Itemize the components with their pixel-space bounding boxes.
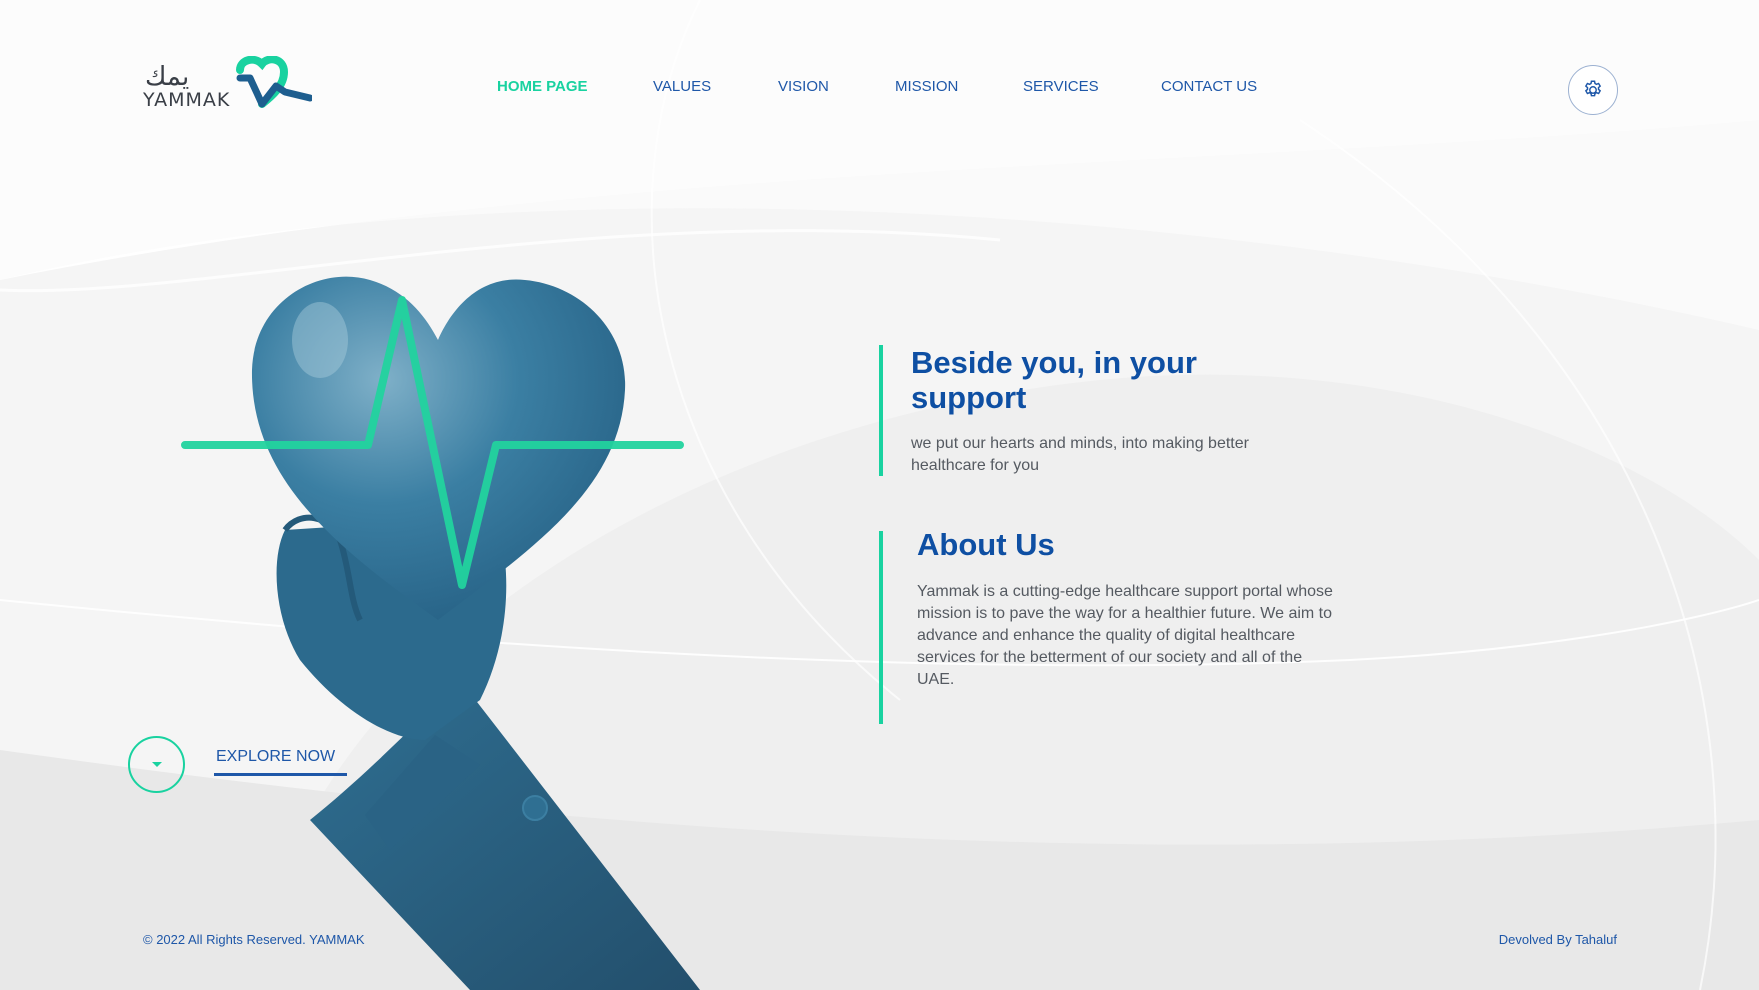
chevron-down-icon [151, 761, 162, 767]
nav-services[interactable]: SERVICES [1023, 78, 1099, 95]
about-text: Yammak is a cutting-edge healthcare supp… [917, 583, 1333, 688]
nav-mission[interactable]: MISSION [895, 78, 958, 95]
explore-underline [214, 773, 347, 776]
nav-home-page[interactable]: HOME PAGE [497, 78, 588, 95]
hero-title: Beside you, in your support [911, 345, 1197, 415]
hero-subtitle: we put our hearts and minds, into making… [911, 435, 1249, 474]
copyright-text: © 2022 All Rights Reserved. YAMMAK [143, 932, 365, 947]
gear-icon [1584, 80, 1602, 97]
about-title: About Us [917, 527, 1055, 562]
logo-wordmark: YAMMAK [143, 89, 231, 111]
logo-arabic: يمك [145, 62, 189, 92]
yammak-logo[interactable]: يمك YAMMAK [142, 56, 312, 114]
hero-accent-line [879, 345, 883, 476]
settings-button[interactable] [1568, 65, 1618, 115]
nav-vision[interactable]: VISION [778, 78, 829, 95]
hand-holding-heart-illustration [181, 276, 700, 990]
about-accent-line [879, 531, 883, 724]
developer-credit-link[interactable]: Devolved By Tahaluf [1499, 932, 1617, 947]
scroll-down-button[interactable] [128, 736, 185, 793]
explore-now-link[interactable]: EXPLORE NOW [216, 748, 335, 766]
nav-contact-us[interactable]: CONTACT US [1161, 78, 1257, 95]
nav-values[interactable]: VALUES [653, 78, 711, 95]
